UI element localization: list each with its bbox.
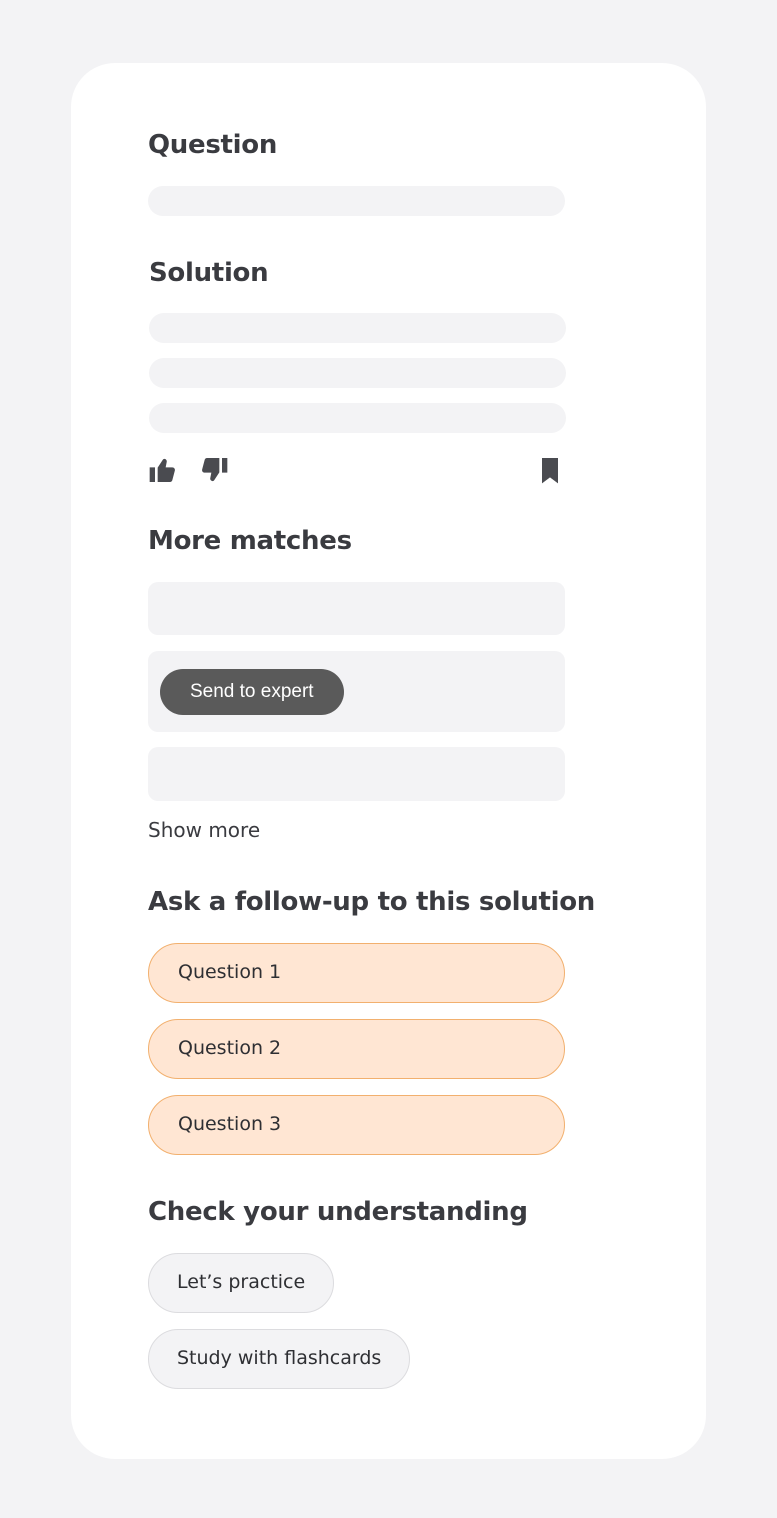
question-skeleton-line bbox=[148, 186, 565, 216]
show-more-link[interactable]: Show more bbox=[148, 818, 260, 842]
follow-up-heading: Ask a follow-up to this solution bbox=[148, 887, 595, 917]
solution-skeleton-line bbox=[149, 313, 566, 343]
question-heading: Question bbox=[148, 130, 278, 160]
follow-up-question-button[interactable]: Question 2 bbox=[148, 1019, 565, 1079]
match-item[interactable] bbox=[148, 747, 565, 801]
more-matches-heading: More matches bbox=[148, 526, 352, 556]
send-to-expert-button[interactable]: Send to expert bbox=[160, 669, 344, 715]
match-item[interactable] bbox=[148, 582, 565, 635]
thumbs-up-icon[interactable] bbox=[147, 454, 179, 486]
solution-skeleton-line bbox=[149, 403, 566, 433]
thumbs-down-icon[interactable] bbox=[198, 454, 230, 486]
flashcards-button[interactable]: Study with flashcards bbox=[148, 1329, 411, 1389]
solution-skeleton-line bbox=[149, 358, 566, 388]
follow-up-question-button[interactable]: Question 1 bbox=[148, 943, 565, 1003]
follow-up-question-button[interactable]: Question 3 bbox=[148, 1095, 565, 1155]
bookmark-icon[interactable] bbox=[534, 454, 566, 486]
check-understanding-heading: Check your understanding bbox=[148, 1197, 528, 1227]
solution-heading: Solution bbox=[149, 258, 269, 288]
practice-button[interactable]: Let’s practice bbox=[148, 1253, 335, 1313]
match-item: Send to expert bbox=[148, 651, 565, 732]
solution-card: Question Solution More matches Send to e… bbox=[71, 63, 706, 1459]
feedback-row bbox=[148, 454, 565, 486]
